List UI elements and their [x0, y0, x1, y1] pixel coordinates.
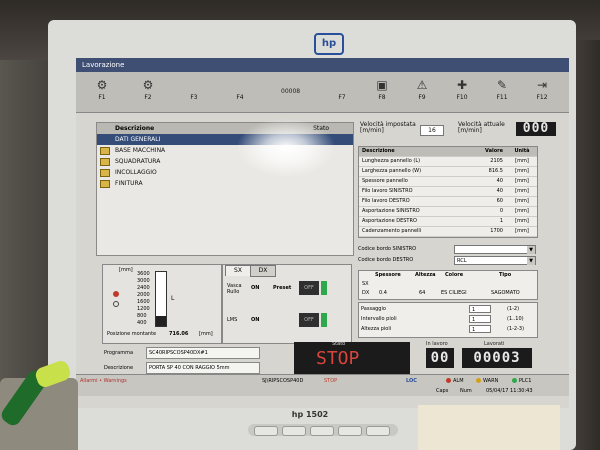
exit-icon: ⇥ [536, 78, 548, 92]
fkey-f12[interactable]: ⇥ F12 [522, 74, 562, 110]
fbar-code: 00008 [281, 88, 301, 95]
tree-item-base-macchina[interactable]: BASE MACCHINA [97, 145, 353, 156]
code-left-label: Codice bordo SINISTRO [358, 246, 417, 252]
tree-item-finitura[interactable]: FINITURA [97, 178, 353, 189]
function-key-bar: ⚙ F1 ⚙ F2 F3 F4 00008 F7 ▣ F8 ⚠ F9 ✚ F10 ✎ F11… [76, 72, 569, 113]
blank-icon [231, 78, 249, 92]
tree-header: Descrizione Stato [97, 123, 353, 134]
table-row[interactable]: Asportazione DESTRO 1 [mm] [359, 217, 537, 227]
monitor-button[interactable] [254, 426, 278, 436]
count-display: 00003 [462, 348, 532, 368]
tree-item-dati-generali[interactable]: DATI GENERALI [97, 134, 353, 145]
tree-item-incollaggio[interactable]: INCOLLAGGIO [97, 167, 353, 178]
info-bar: Caps Num 05/04/17 11:30:43 [76, 386, 569, 396]
state-value: STOP [316, 348, 360, 369]
cycle-label: In lavoro [426, 341, 448, 347]
pass-settings: Passaggio 1 (1-2) Intervallo pioli 1 (1.… [358, 302, 538, 338]
folder-icon [100, 147, 110, 155]
monitor-model: hp 1502 [291, 410, 329, 419]
velocity-actual-display: 000 [516, 122, 556, 136]
table-row[interactable]: Spessore pannello 40 [mm] [359, 177, 537, 187]
table-row[interactable]: Filo lavoro DESTRO 60 [mm] [359, 197, 537, 207]
state-label: Stato [332, 341, 346, 347]
fkey-f2[interactable]: ⚙ F2 [128, 74, 168, 110]
fkey-f11[interactable]: ✎ F11 [482, 74, 522, 110]
tab-sx[interactable]: SX [225, 265, 251, 276]
code-right-label: Codice bordo DESTRO [358, 257, 414, 263]
preset-toggle[interactable]: OFF [299, 281, 319, 295]
gauge-bar [155, 271, 167, 327]
tree-item-squadratura[interactable]: SQUADRATURA [97, 156, 353, 167]
blank-icon [333, 78, 351, 92]
side-settings: SX DX Vasca Rullo ON Preset OFF LMS ON O… [222, 264, 352, 344]
tool-icon: ✎ [496, 78, 508, 92]
alarm-dot-icon [446, 378, 451, 383]
fkey-f4[interactable]: F4 [220, 74, 260, 110]
section-tree: Descrizione Stato DATI GENERALI BASE MAC… [96, 122, 354, 256]
params-header: Descrizione Valore Unità [359, 147, 537, 157]
fkey-f7[interactable]: F7 [322, 74, 362, 110]
pass-select[interactable]: 1 [469, 325, 491, 333]
plc-dot-icon [512, 378, 517, 383]
chevron-down-icon: ▼ [527, 257, 535, 265]
picture-icon: ▣ [376, 78, 388, 92]
program-field[interactable]: SC40RIPSCOSP40DX#1 [146, 347, 260, 359]
folder-icon [100, 158, 110, 166]
machine-icon: ⚙ [142, 78, 154, 92]
pass-row: Intervallo pioli 1 (1..10) [361, 315, 524, 323]
fkey-f8[interactable]: ▣ F8 [362, 74, 402, 110]
velocity-header: Velocità impostata [m/min] 16 Velocità a… [354, 122, 564, 136]
pass-select[interactable]: 1 [469, 305, 491, 313]
preset-on-indicator [321, 281, 327, 295]
upright-gauge: [mm] 3600 3000 2400 2000 1600 1200 800 4… [102, 264, 222, 344]
red-indicator [113, 291, 119, 297]
monitor-button[interactable] [310, 426, 334, 436]
lms-toggle[interactable]: OFF [299, 313, 319, 327]
hmi-screen: Lavorazione ⚙ F1 ⚙ F2 F3 F4 00008 F7 ▣ F8 ⚠… [76, 58, 569, 408]
window-title: Lavorazione [76, 58, 569, 72]
fkey-f10[interactable]: ✚ F10 [442, 74, 482, 110]
hp-logo: hp [314, 33, 344, 55]
params-table: Descrizione Valore Unità Lunghezza pannell… [358, 146, 538, 238]
monitor-button[interactable] [338, 426, 362, 436]
table-row[interactable]: Lunghezza pannello (L) 2105 [mm] [359, 157, 537, 167]
cycle-display: 00 [426, 348, 454, 368]
gauge-fill [156, 316, 166, 326]
chevron-down-icon: ▼ [527, 246, 535, 254]
program-info: Programma SC40RIPSCOSP40DX#1 Descrizione… [102, 346, 288, 376]
folder-icon [100, 169, 110, 177]
power-button[interactable] [366, 426, 390, 436]
fkey-f9[interactable]: ⚠ F9 [402, 74, 442, 110]
tab-dx[interactable]: DX [250, 265, 276, 277]
code-left-select[interactable]: ▼ [454, 245, 536, 254]
machine-icon: ⚙ [96, 78, 108, 92]
edge-table: Spessore Altezza Colore Tipo SX DX 0.4 6… [358, 270, 538, 300]
pass-row: Passaggio 1 (1-2) [361, 305, 520, 313]
warning-icon: ⚠ [416, 78, 428, 92]
fkey-f3[interactable]: F3 [174, 74, 214, 110]
table-row[interactable]: Larghezza pannello (W) 816.5 [mm] [359, 167, 537, 177]
table-row[interactable]: Asportazione SINISTRO 0 [mm] [359, 207, 537, 217]
code-right-select[interactable]: RCL ▼ [454, 256, 536, 265]
pass-select[interactable]: 1 [469, 315, 491, 323]
description-field[interactable]: PORTA SP 40 CON RAGGIO 5mm [146, 362, 260, 374]
table-row[interactable]: Cadenzamento pannelli 1700 [mm] [359, 227, 537, 237]
medic-icon: ✚ [456, 78, 468, 92]
velocity-set-field[interactable]: 16 [420, 125, 444, 136]
warn-dot-icon [476, 378, 481, 383]
tape-label [418, 405, 560, 450]
lms-on-indicator [321, 313, 327, 327]
pass-row: Altezza pioli 1 (1-2-3) [361, 325, 525, 333]
monitor-button[interactable] [282, 426, 306, 436]
fkey-f1[interactable]: ⚙ F1 [82, 74, 122, 110]
folder-icon [100, 180, 110, 188]
white-indicator [113, 301, 119, 307]
count-label: Lavorati [484, 341, 505, 347]
table-row[interactable]: Filo lavoro SINISTRO 40 [mm] [359, 187, 537, 197]
blank-icon [185, 78, 203, 92]
